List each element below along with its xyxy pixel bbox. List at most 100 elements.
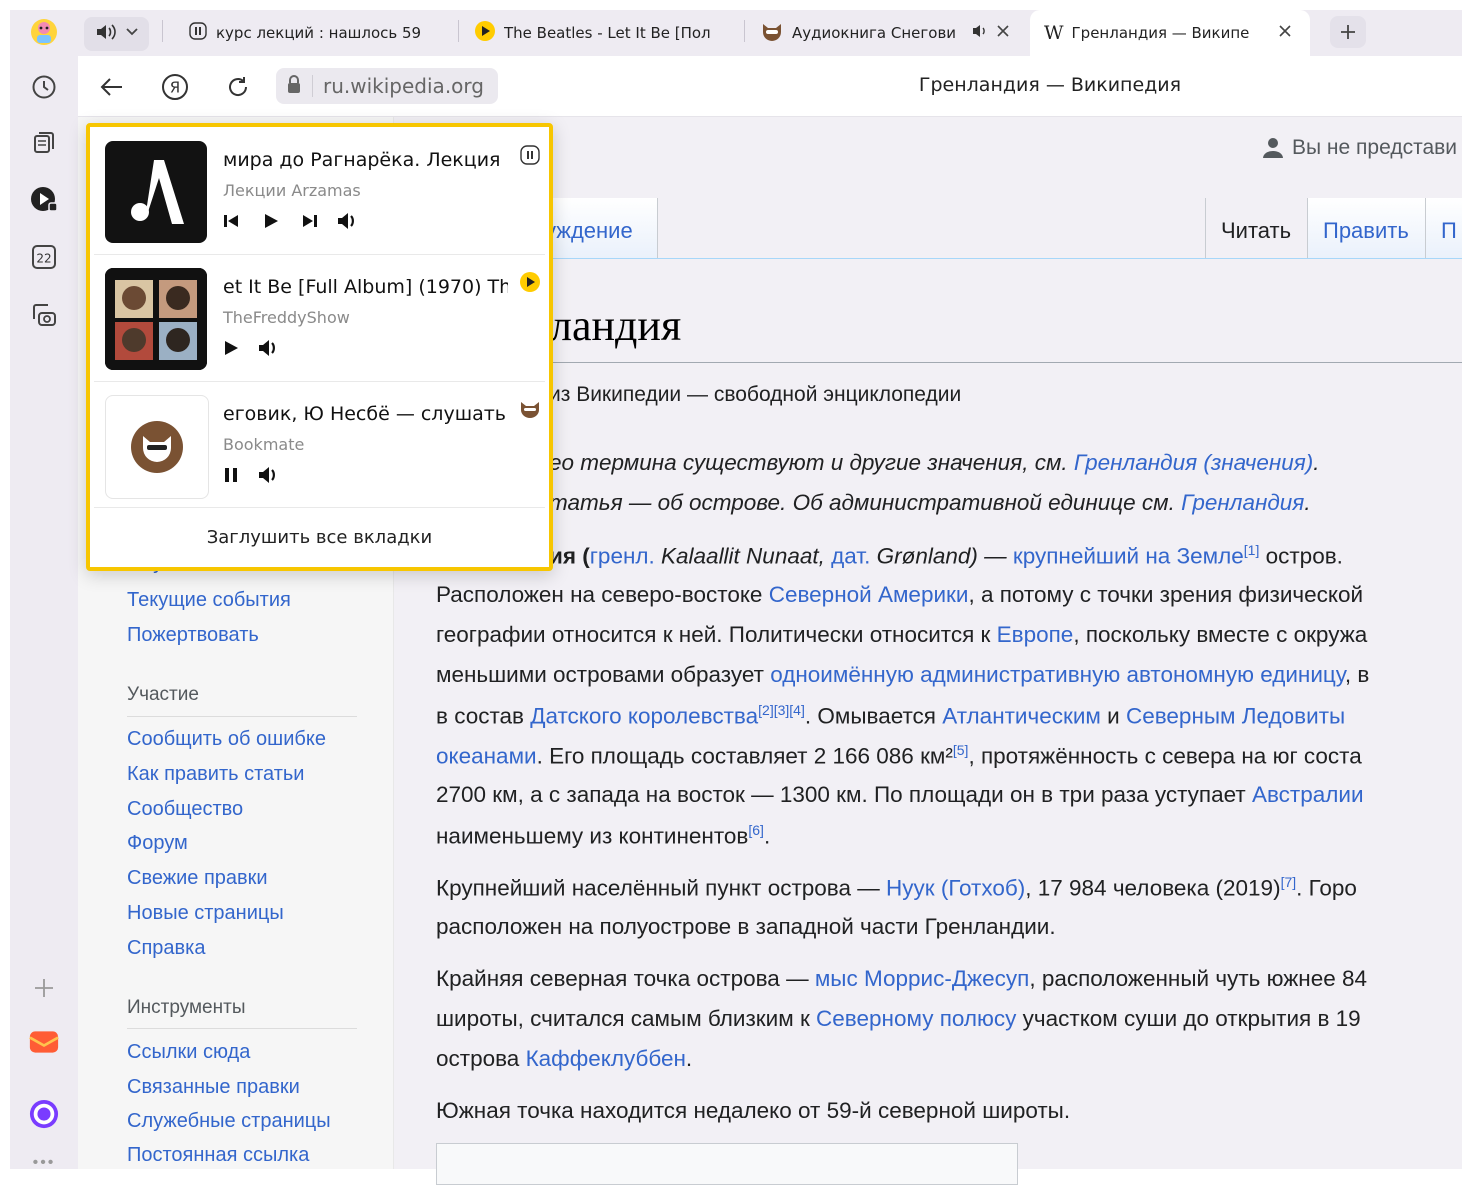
nav-new-pages[interactable]: Новые страницы (127, 902, 284, 925)
media-card-beatles[interactable]: et It Be [Full Album] (1970) The TheFred… (94, 254, 545, 378)
mail-icon[interactable] (29, 1027, 59, 1057)
link-kaffeklubben[interactable]: Каффеклуббен (526, 1046, 686, 1071)
mute-button[interactable] (337, 209, 361, 233)
collections-icon[interactable] (29, 128, 59, 158)
tab-beatles[interactable]: The Beatles - Let It Be [Пол (474, 17, 732, 49)
link-oceans[interactable]: океанами (436, 744, 537, 769)
link-arctic[interactable]: Северным Ледовиты (1126, 704, 1345, 729)
link-autonomous-unit[interactable]: одноимённую административную автономную … (770, 662, 1345, 687)
profile-avatar-icon[interactable] (29, 17, 59, 47)
tab-separator (744, 20, 745, 42)
media-card-bookmate[interactable]: еговик, Ю Несбё — слушать Bookmate (94, 381, 545, 505)
nav-community[interactable]: Сообщество (127, 798, 243, 821)
nav-how-to-edit[interactable]: Как править статьи (127, 763, 304, 786)
history-icon[interactable] (29, 72, 59, 102)
ref-7[interactable]: [7] (1281, 874, 1297, 890)
reload-icon (229, 77, 248, 96)
link-danish[interactable]: дат. (831, 544, 870, 569)
nav-donate[interactable]: Пожертвовать (127, 624, 259, 647)
para1-line8: наименьшему из континентов[6]. (436, 822, 770, 850)
page-title-display: Гренландия — Википедия (918, 74, 1182, 96)
hatnote-link-greenland[interactable]: Гренландия (1181, 490, 1304, 515)
ref-1[interactable]: [1] (1244, 542, 1260, 558)
link-greenlandic[interactable]: гренл. (590, 544, 655, 569)
media-title: et It Be [Full Album] (1970) The (223, 276, 508, 298)
text: Kalaallit Nunaat, (654, 543, 832, 569)
nav-forum[interactable]: Форум (127, 832, 188, 855)
nav-recent-changes[interactable]: Свежие правки (127, 867, 268, 890)
next-track-button[interactable] (298, 209, 322, 233)
skip-back-icon (224, 215, 238, 227)
wiki-tab-discussion[interactable]: уждение (545, 218, 633, 244)
media-player-icon[interactable] (29, 185, 59, 215)
wiki-tab-edit[interactable]: Править (1323, 218, 1409, 244)
para1-line3: географии относится к ней. Политически о… (436, 622, 1367, 648)
tab-lectures[interactable]: курс лекций : нашлось 59 (188, 17, 443, 49)
para1-line6: океанами. Его площадь составляет 2 166 0… (436, 742, 1362, 770)
mute-button[interactable] (258, 336, 282, 360)
play-button[interactable] (219, 336, 243, 360)
yandex-button[interactable]: Я (160, 72, 190, 102)
tab-wikipedia[interactable]: W Гренландия — Википе (1044, 17, 1299, 49)
tab-audio-playing-icon[interactable] (972, 23, 988, 43)
link-nuuk[interactable]: Нуук (Готхоб) (886, 876, 1025, 901)
address-bar[interactable]: ru.wikipedia.org (276, 68, 498, 104)
nav-help[interactable]: Справка (127, 937, 205, 960)
link-north-pole[interactable]: Северному полюсу (816, 1006, 1016, 1031)
speaker-icon (259, 340, 275, 356)
ref-2-3-4[interactable]: [2][3][4] (758, 702, 805, 718)
link-north-america[interactable]: Северной Америки (769, 582, 969, 607)
arzamas-logo-icon (131, 160, 184, 224)
wiki-tab-more[interactable]: П (1441, 218, 1457, 244)
text: , расположенный чуть южнее 84 (1029, 966, 1367, 991)
previous-track-button[interactable] (219, 209, 243, 233)
tab-audiobook[interactable]: Аудиокнига Снегови (760, 17, 1015, 49)
media-control-popup: мира до Рагнарёка. Лекция Лекции Arzamas (86, 123, 553, 571)
play-button[interactable] (259, 209, 283, 233)
nav-what-links-here[interactable]: Ссылки сюда (127, 1041, 250, 1064)
nav-related-changes[interactable]: Связанные правки (127, 1076, 300, 1099)
link-australia[interactable]: Австралии (1252, 782, 1364, 807)
hatnote-link-disambiguation[interactable]: Гренландия (значения) (1074, 450, 1313, 475)
screenshot-icon[interactable] (29, 300, 59, 330)
pause-button[interactable] (219, 463, 243, 487)
new-tab-button[interactable] (1330, 16, 1366, 48)
add-panel-icon[interactable] (29, 973, 59, 1003)
text: , а потому с точки зрения физической (968, 582, 1364, 607)
link-denmark[interactable]: Датского королевства (530, 704, 758, 729)
nav-report-error[interactable]: Сообщить об ошибке (127, 728, 326, 751)
nav-permanent-link[interactable]: Постоянная ссылка (127, 1144, 309, 1167)
bookmate-thumbnail (105, 395, 209, 499)
address-text[interactable]: ru.wikipedia.org (323, 74, 484, 98)
link-cape-morris-jesup[interactable]: мыс Моррис-Джесуп (815, 966, 1029, 991)
nav-current-events[interactable]: Текущие события (127, 589, 291, 612)
hatnote-text: . (1304, 490, 1311, 515)
link-europe[interactable]: Европе (997, 622, 1074, 647)
more-icon[interactable]: ••• (29, 1148, 59, 1178)
para3-line3: острова Каффеклуббен. (436, 1046, 692, 1072)
pause-icon (188, 21, 208, 45)
user-notice[interactable]: Вы не представи (1262, 136, 1457, 160)
reload-button[interactable] (223, 72, 253, 102)
link-largest-island[interactable]: крупнейший на Земле (1013, 544, 1244, 569)
wiki-tab-read[interactable]: Читать (1221, 218, 1291, 244)
nav-special-pages[interactable]: Служебные страницы (127, 1110, 331, 1133)
text: наименьшему из континентов (436, 823, 749, 849)
text: . Омывается (804, 703, 943, 729)
calendar-icon[interactable]: 22 (29, 242, 59, 272)
text: . (685, 1046, 693, 1071)
user-icon (1263, 138, 1283, 158)
close-icon[interactable] (1278, 24, 1292, 42)
mute-button[interactable] (258, 463, 282, 487)
media-control-chip[interactable] (84, 17, 149, 51)
back-button[interactable] (97, 72, 127, 102)
mute-all-tabs-button[interactable]: Заглушить все вкладки (94, 511, 545, 563)
ref-5[interactable]: [5] (953, 742, 969, 758)
svg-text:Я: Я (170, 79, 180, 97)
alice-assistant-icon[interactable] (29, 1099, 59, 1129)
para1-line2: Расположен на северо-востоке Северной Ам… (436, 582, 1363, 608)
ref-6[interactable]: [6] (748, 822, 764, 838)
close-icon[interactable] (996, 24, 1010, 42)
media-card-arzamas[interactable]: мира до Рагнарёка. Лекция Лекции Arzamas (94, 127, 545, 251)
link-atlantic[interactable]: Атлантическим (942, 704, 1101, 729)
